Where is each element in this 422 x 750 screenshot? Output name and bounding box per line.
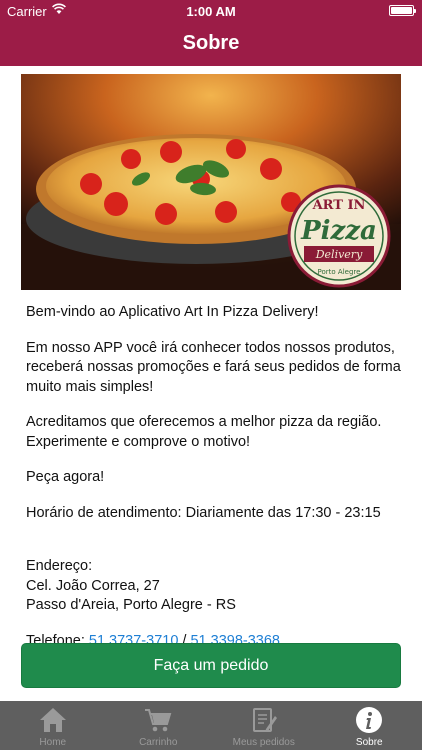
hours-text: Horário de atendimento: Diariamente das … — [26, 504, 381, 521]
home-icon — [38, 705, 68, 735]
logo-line4: Porto Alegre — [318, 268, 361, 276]
battery-icon — [389, 5, 416, 16]
best-pizza-text: Acreditamos que oferecemos a melhor pizz… — [26, 414, 382, 450]
info-icon — [354, 705, 384, 735]
logo-line1: ART IN — [312, 198, 366, 213]
address-line1: Cel. João Correa, 27 — [26, 577, 160, 594]
place-order-button[interactable]: Faça um pedido — [21, 643, 401, 688]
top-bar: Carrier 1:00 AM Sobre — [0, 0, 422, 66]
tab-about[interactable]: Sobre — [317, 701, 422, 750]
tab-my-orders-label: Meus pedidos — [232, 737, 295, 748]
order-now-text: Peça agora! — [26, 469, 105, 485]
logo-line2: Pizza — [300, 216, 377, 246]
orders-icon — [249, 705, 279, 735]
tab-bar: Home Carrinho Meus pedidos Sobre — [0, 701, 422, 750]
about-text: Bem-vindo ao Aplicativo Art In Pizza Del… — [26, 303, 401, 651]
tab-cart[interactable]: Carrinho — [106, 701, 212, 750]
address-line2: Passo d'Areia, Porto Alegre - RS — [26, 597, 236, 613]
logo-line3: Delivery — [315, 248, 363, 261]
art-in-pizza-logo: ART IN Pizza Delivery Porto Alegre — [287, 184, 391, 288]
tab-home-label: Home — [39, 737, 67, 748]
status-time: 1:00 AM — [186, 4, 236, 19]
address-label: Endereço: — [26, 558, 93, 574]
tab-cart-label: Carrinho — [139, 737, 178, 748]
tab-about-label: Sobre — [355, 737, 383, 748]
pizza-banner-image: ART IN Pizza Delivery Porto Alegre — [21, 74, 401, 290]
place-order-label: Faça um pedido — [153, 656, 269, 674]
cart-icon — [143, 705, 173, 735]
intro-text: Em nosso APP você irá conhecer todos nos… — [26, 339, 401, 395]
tab-home[interactable]: Home — [0, 701, 106, 750]
tab-my-orders[interactable]: Meus pedidos — [211, 701, 317, 750]
page-title: Sobre — [182, 32, 240, 54]
status-bar: Carrier 1:00 AM — [0, 0, 422, 22]
welcome-text: Bem-vindo ao Aplicativo Art In Pizza Del… — [26, 304, 319, 320]
